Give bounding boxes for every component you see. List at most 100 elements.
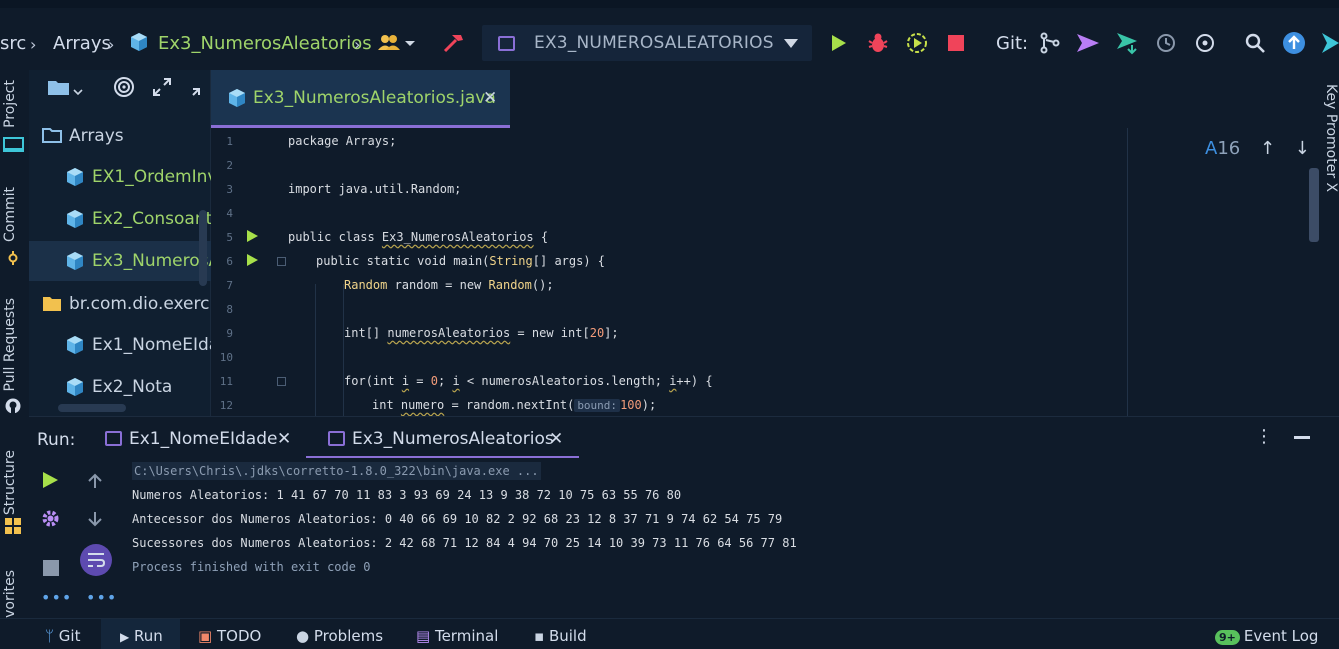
- chevron-right-icon: ›: [354, 35, 361, 54]
- run-gutter-icon[interactable]: [247, 254, 258, 266]
- breadcrumb-class[interactable]: Ex3_NumerosAleatorios: [158, 33, 372, 54]
- next-highlight-icon[interactable]: ↓: [1295, 138, 1310, 159]
- folder-view-icon[interactable]: [47, 78, 85, 98]
- tool-button-event-log[interactable]: 9+ Event Log: [1215, 627, 1318, 645]
- build-hammer-icon[interactable]: [441, 32, 465, 54]
- navigation-bar: src › Arrays › Ex3_NumerosAleatorios › E…: [0, 8, 1339, 70]
- fold-marker-icon[interactable]: [277, 377, 286, 386]
- tool-button-terminal[interactable]: ▤ Terminal: [416, 627, 498, 645]
- user-group-icon[interactable]: [378, 34, 418, 52]
- event-count-badge: 9+: [1215, 630, 1240, 645]
- code-line: for(int i = 0; i < numerosAleatorios.len…: [344, 374, 713, 388]
- close-icon[interactable]: ✕: [549, 429, 563, 449]
- arrow-down-icon[interactable]: [86, 511, 104, 527]
- code-line: import java.util.Random;: [288, 182, 462, 196]
- fold-marker-icon[interactable]: [277, 257, 286, 266]
- soft-wrap-icon: [88, 553, 105, 567]
- run-title: Run:: [37, 430, 76, 450]
- run-tab-ex1[interactable]: Ex1_NomeEIdade ✕: [101, 417, 301, 459]
- tool-tab-pull-requests[interactable]: Pull Requests: [2, 298, 18, 391]
- rollback-icon[interactable]: [1194, 32, 1216, 54]
- close-icon[interactable]: ✕: [277, 429, 291, 449]
- tool-button-run[interactable]: ▶ Run: [101, 619, 180, 649]
- close-icon[interactable]: ✕: [483, 88, 497, 108]
- tool-tab-commit[interactable]: Commit: [2, 187, 18, 242]
- run-tab-label: Ex3_NumerosAleatorios: [352, 429, 554, 449]
- tree-item-label: Arrays: [69, 126, 124, 146]
- run-gutter-icon[interactable]: [247, 230, 258, 242]
- coverage-icon[interactable]: [905, 31, 929, 55]
- debug-bug-icon[interactable]: [867, 32, 889, 54]
- code-line: public static void main(String[] args) {: [316, 254, 606, 268]
- expand-all-icon[interactable]: [152, 77, 172, 97]
- tool-button-label: Build: [548, 627, 587, 645]
- tool-button-todo[interactable]: ▣ TODO: [198, 627, 261, 645]
- tree-item-arrays-folder[interactable]: Arrays: [29, 116, 211, 156]
- tool-button-label: Terminal: [434, 627, 499, 645]
- tree-item-class[interactable]: Ex1_NomeEIdade: [29, 325, 211, 365]
- update-icon[interactable]: [1282, 31, 1306, 55]
- tree-item-class[interactable]: Ex2_Consoantes: [29, 199, 211, 239]
- horizontal-scrollbar[interactable]: [58, 404, 126, 412]
- tree-item-class[interactable]: Ex2_Nota: [29, 367, 211, 407]
- tree-item-class-selected[interactable]: Ex3_NumerosAleatorios: [29, 241, 211, 281]
- run-configuration-label: EX3_NUMEROSALEATORIOS: [534, 33, 774, 53]
- stop-icon[interactable]: [43, 560, 59, 576]
- more-icon[interactable]: •••: [41, 588, 72, 607]
- line-number: 2: [226, 159, 233, 172]
- stop-button[interactable]: [947, 34, 965, 52]
- tree-item-label: Ex1_NomeEIdade: [92, 335, 211, 355]
- git-push-icon[interactable]: [1076, 32, 1100, 54]
- line-number: 5: [226, 231, 233, 244]
- tool-button-problems[interactable]: ● Problems: [296, 627, 383, 645]
- tool-tab-structure[interactable]: Structure: [2, 450, 18, 515]
- editor-scrollbar[interactable]: [1309, 168, 1319, 242]
- tree-item-package[interactable]: br.com.dio.exercicios: [29, 284, 211, 324]
- history-icon[interactable]: [1155, 32, 1177, 54]
- collapse-all-icon[interactable]: [191, 77, 211, 97]
- git-branch-icon[interactable]: [1039, 32, 1061, 54]
- tool-tab-project[interactable]: Project: [2, 80, 18, 128]
- breadcrumb-arrays[interactable]: Arrays: [53, 33, 111, 54]
- more-icon[interactable]: •••: [86, 588, 117, 607]
- tree-item-class[interactable]: EX1_OrdemInversa: [29, 157, 211, 197]
- rerun-button[interactable]: [41, 471, 59, 489]
- select-opened-file-icon[interactable]: [113, 76, 135, 98]
- plugin-icon[interactable]: [1322, 31, 1339, 55]
- tree-item-label: br.com.dio.exercicios: [69, 294, 211, 314]
- run-button[interactable]: [830, 33, 848, 53]
- tool-tab-key-promoter[interactable]: Key Promoter X: [1323, 84, 1339, 192]
- editor-tab-label: Ex3_NumerosAleatorios.java: [253, 88, 496, 108]
- parameter-hint: bound:: [574, 399, 621, 412]
- editor-tab-active[interactable]: Ex3_NumerosAleatorios.java ✕: [211, 70, 510, 128]
- console-line: Numeros Aleatorios: 1 41 67 70 11 83 3 9…: [132, 488, 682, 502]
- git-pull-icon[interactable]: [1116, 31, 1140, 55]
- git-branch-icon: ᛘ: [45, 627, 55, 645]
- code-editor[interactable]: 1 2 3 4 5 6 7 8 9 10 11 12 package Array…: [211, 128, 1339, 416]
- minimize-icon[interactable]: [1294, 436, 1310, 439]
- right-tool-strip: Key Promoter X: [1322, 70, 1339, 416]
- more-options-icon[interactable]: ⋮: [1255, 426, 1273, 447]
- vertical-scrollbar[interactable]: [199, 210, 207, 286]
- tool-tab-favorites[interactable]: vorites: [2, 570, 18, 618]
- run-configuration-selector[interactable]: EX3_NUMEROSALEATORIOS: [482, 25, 812, 61]
- previous-highlight-icon[interactable]: ↑: [1260, 138, 1275, 159]
- tool-button-build[interactable]: ▪ Build: [534, 627, 587, 645]
- console-output[interactable]: C:\Users\Chris\.jdks\corretto-1.8.0_322\…: [121, 458, 1339, 618]
- run-tab-ex3[interactable]: Ex3_NumerosAleatorios ✕: [306, 417, 579, 459]
- arrow-up-icon[interactable]: [86, 473, 104, 489]
- tool-button-git[interactable]: ᛘ Git: [45, 627, 80, 645]
- console-command[interactable]: C:\Users\Chris\.jdks\corretto-1.8.0_322\…: [132, 462, 541, 480]
- soft-wrap-button[interactable]: [80, 544, 112, 576]
- inspection-count: 16: [1217, 138, 1241, 159]
- breadcrumb-src[interactable]: src: [0, 33, 26, 54]
- line-number: 6: [226, 255, 233, 268]
- editor-tab-bar: Ex3_NumerosAleatorios.java ✕: [211, 70, 1339, 128]
- tool-button-label: Run: [134, 627, 163, 645]
- settings-gear-icon[interactable]: [40, 508, 61, 529]
- java-class-icon: [67, 336, 83, 354]
- line-number: 11: [219, 375, 233, 388]
- search-icon[interactable]: [1244, 32, 1266, 54]
- indent-guide: [315, 284, 316, 416]
- inspections-widget[interactable]: A16 ↑ ↓: [1205, 138, 1310, 159]
